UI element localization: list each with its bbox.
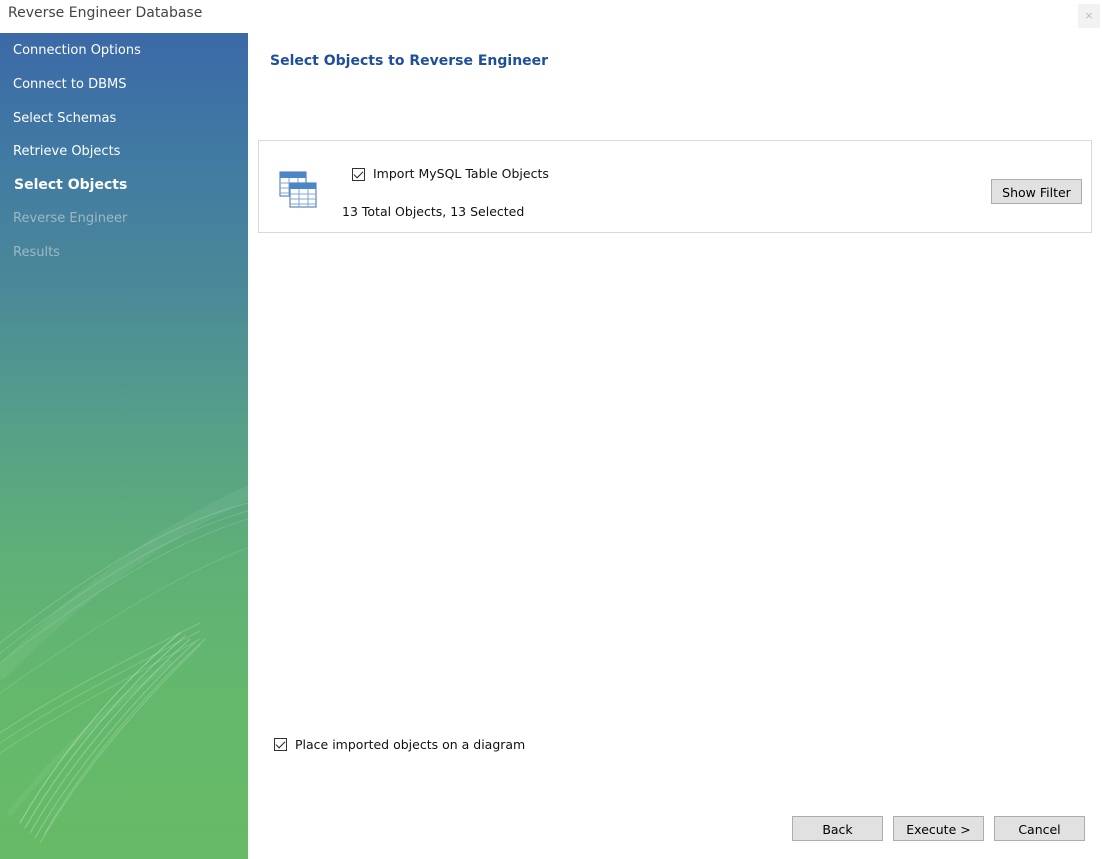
place-on-diagram-checkbox[interactable] [274, 738, 287, 751]
step-results: Results [13, 245, 60, 260]
step-select-schemas: Select Schemas [13, 111, 117, 126]
table-objects-icon [279, 171, 317, 208]
step-reverse-engineer: Reverse Engineer [13, 211, 128, 226]
step-connection-options: Connection Options [13, 43, 141, 58]
import-table-objects-checkbox[interactable] [352, 168, 365, 181]
main-content: Select Objects to Reverse Engineer Impor… [248, 33, 1102, 859]
close-icon[interactable]: × [1078, 4, 1100, 28]
step-connect-to-dbms: Connect to DBMS [13, 77, 127, 92]
back-button[interactable]: Back [792, 816, 883, 841]
show-filter-button[interactable]: Show Filter [991, 179, 1082, 204]
window-title: Reverse Engineer Database [8, 5, 203, 21]
step-retrieve-objects: Retrieve Objects [13, 144, 121, 159]
import-table-objects-label: Import MySQL Table Objects [373, 166, 549, 181]
step-select-objects: Select Objects [14, 177, 128, 193]
cancel-button[interactable]: Cancel [994, 816, 1085, 841]
execute-button[interactable]: Execute > [893, 816, 984, 841]
page-title: Select Objects to Reverse Engineer [270, 53, 549, 69]
reverse-engineer-wizard: Reverse Engineer Database × Connection O… [0, 0, 1102, 859]
table-objects-panel: Import MySQL Table Objects 13 Total Obje… [258, 140, 1092, 233]
objects-summary: 13 Total Objects, 13 Selected [342, 204, 525, 219]
wizard-steps-sidebar: Connection Options Connect to DBMS Selec… [0, 33, 248, 859]
place-on-diagram-label: Place imported objects on a diagram [295, 737, 526, 752]
title-bar: Reverse Engineer Database × [0, 0, 1102, 32]
